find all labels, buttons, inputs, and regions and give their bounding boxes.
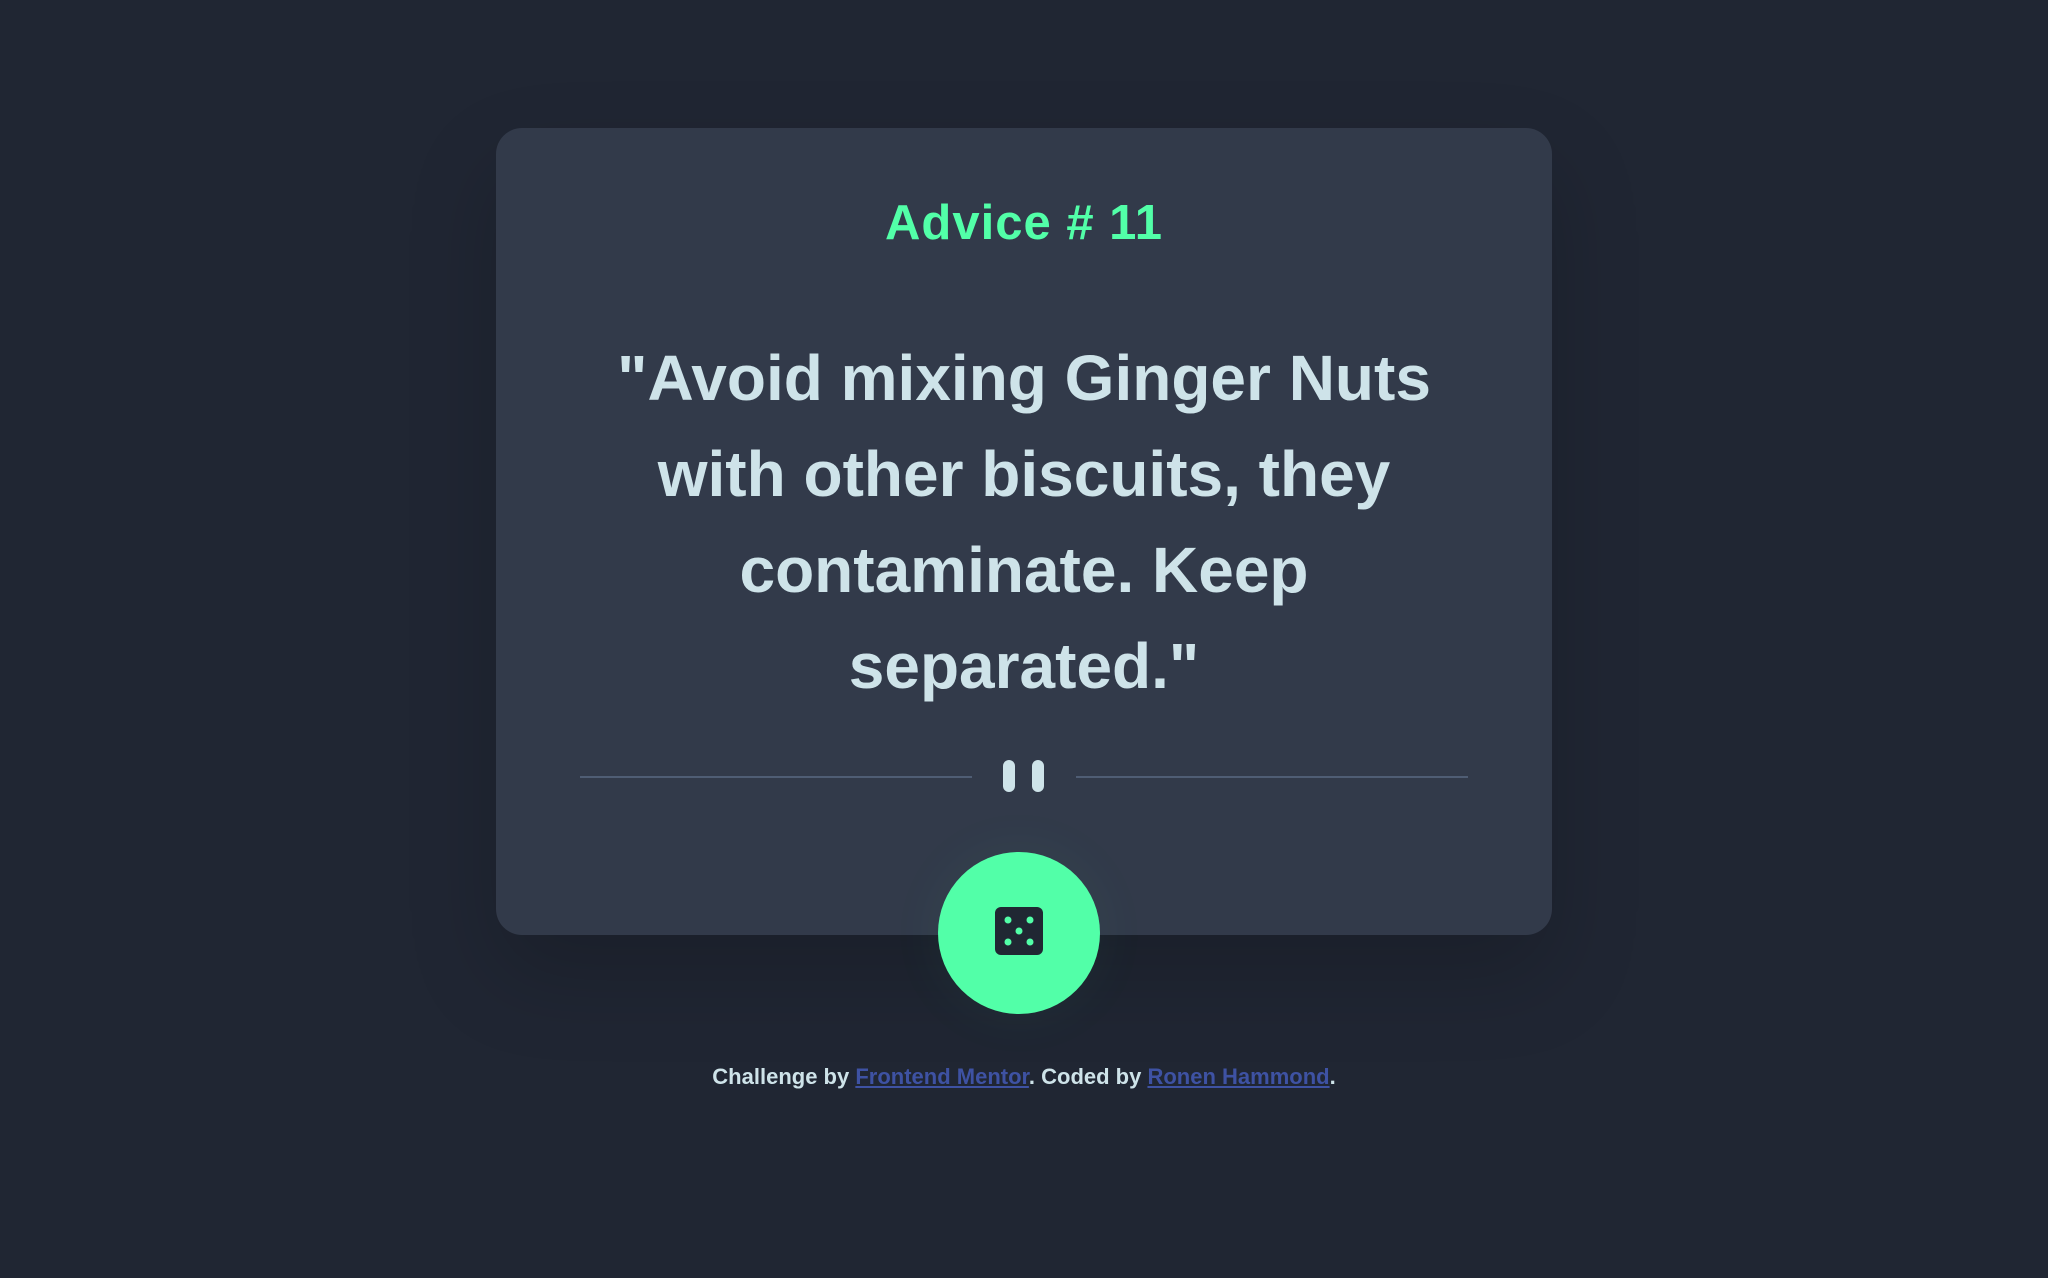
attribution-footer: Challenge by Frontend Mentor. Coded by R…	[0, 1064, 2048, 1090]
author-link[interactable]: Ronen Hammond	[1147, 1064, 1329, 1089]
advice-quote: "Avoid mixing Ginger Nuts with other bis…	[617, 342, 1431, 702]
advice-number: Advice # 11	[885, 196, 1163, 250]
dice-icon	[995, 906, 1043, 960]
divider-line-right	[1076, 776, 1468, 778]
footer-challenge-text: Challenge by	[712, 1064, 856, 1089]
generate-advice-button[interactable]	[938, 852, 1100, 1014]
footer-coded-text: . Coded by	[1028, 1064, 1148, 1089]
frontend-mentor-link[interactable]: Frontend Mentor	[855, 1064, 1029, 1089]
pause-icon	[1003, 760, 1045, 792]
divider-line-left	[580, 776, 972, 778]
footer-end-text: .	[1329, 1064, 1336, 1089]
